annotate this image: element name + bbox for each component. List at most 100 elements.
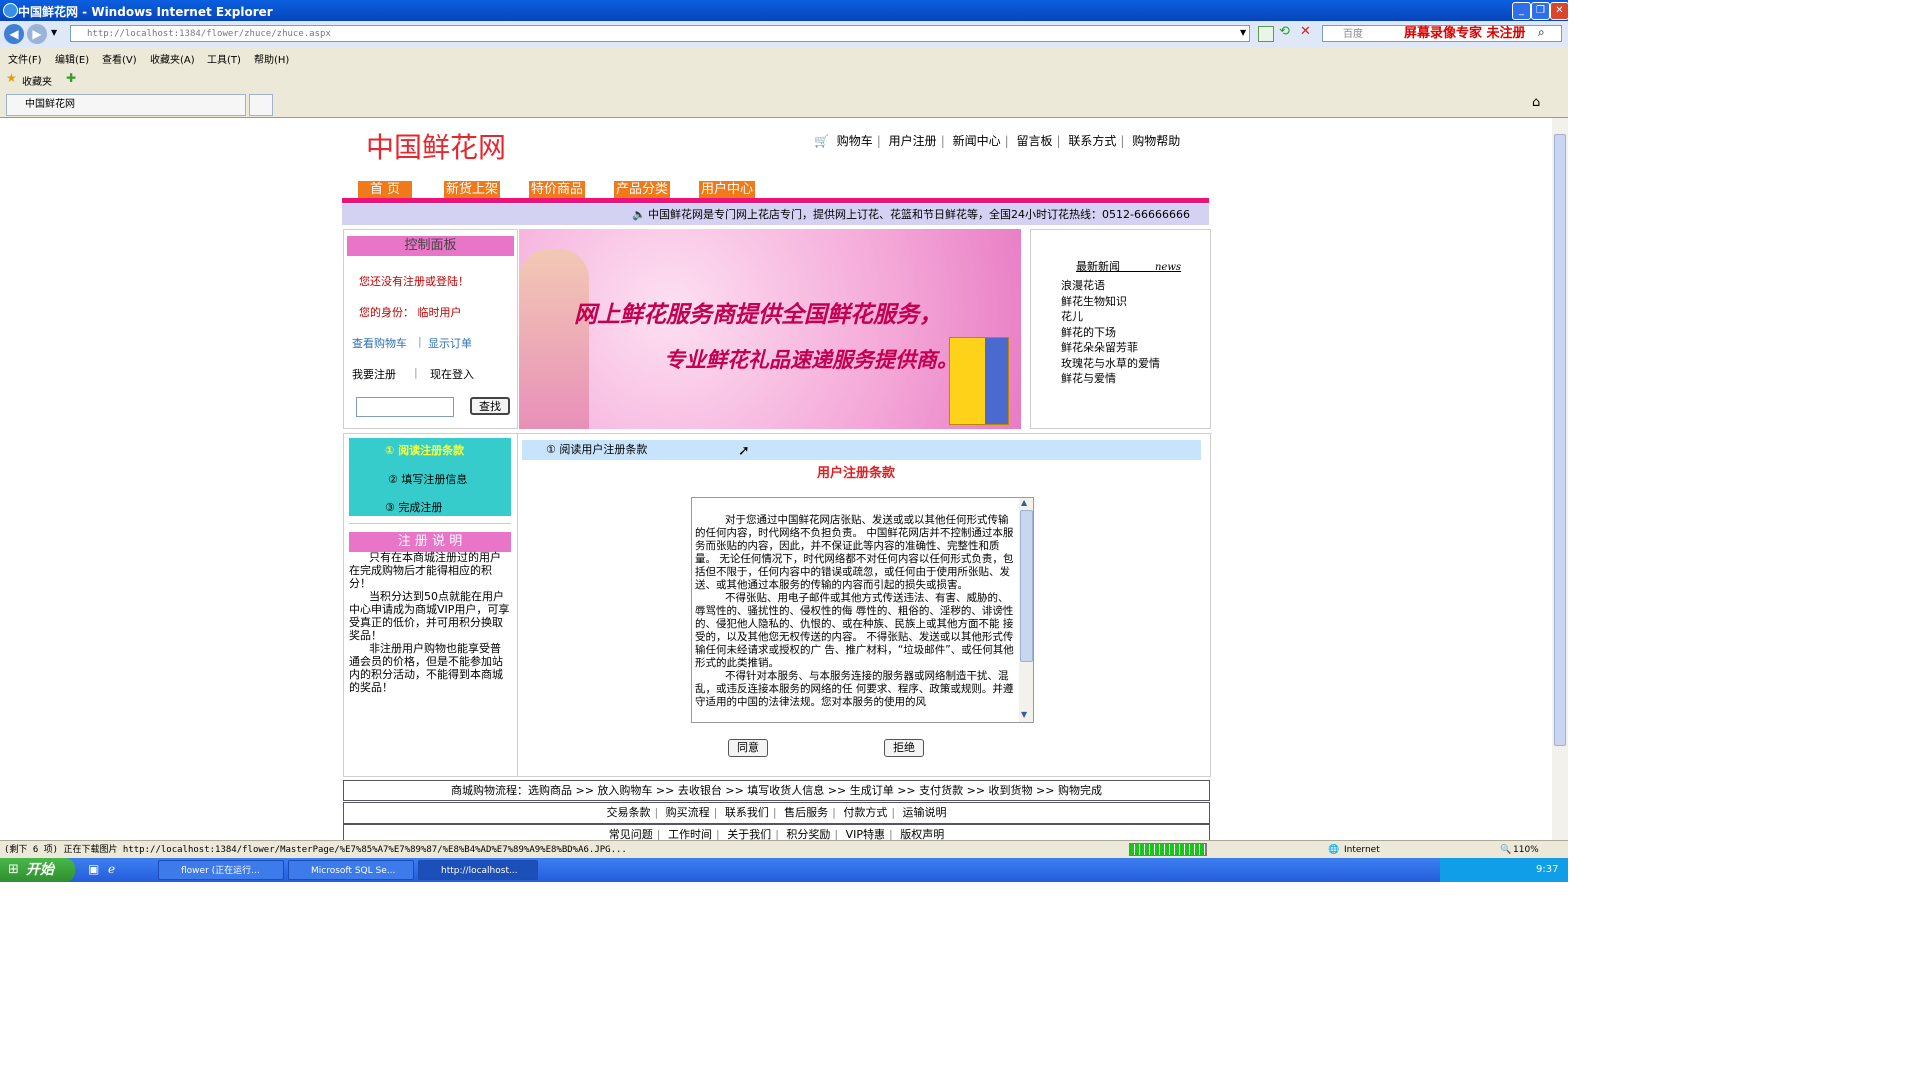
menu-tools[interactable]: 工具(T)	[207, 51, 241, 66]
back-icon[interactable]: ◀	[4, 24, 24, 44]
reg-note: 非注册用户购物也能享受普通会员的价格，但是不能参加站内的积分活动，不能得到本商城…	[349, 642, 503, 694]
zoom-icon: 🔍	[1500, 845, 1512, 855]
view-cart-link[interactable]: 查看购物车	[352, 335, 407, 351]
menu-view[interactable]: 查看(V)	[102, 51, 137, 66]
ie-quicklaunch-icon[interactable]: ℯ	[108, 862, 115, 876]
history-dropdown-icon[interactable]: ▼	[51, 28, 57, 37]
promo-banner[interactable]: 网上鲜花服务商提供全国鲜花服务， 专业鲜花礼品速递服务提供商。	[519, 229, 1021, 429]
news-item[interactable]: 玫瑰花与水草的爱情	[1061, 356, 1160, 372]
top-link-news[interactable]: 新闻中心	[953, 134, 1001, 148]
login-link[interactable]: 现在登入	[430, 366, 474, 382]
top-links: 🛒 购物车 | 用户注册 | 新闻中心 | 留言板 | 联系方式 | 购物帮助	[814, 134, 1181, 148]
home-icon[interactable]: ⌂	[1532, 95, 1540, 110]
speaker-icon: 🔈	[632, 208, 646, 221]
footer-link[interactable]: 运输说明	[903, 806, 947, 819]
search-button[interactable]: 查找	[470, 397, 510, 415]
scroll-down-icon[interactable]: ▼	[1021, 710, 1027, 719]
news-item[interactable]: 鲜花的下场	[1061, 325, 1160, 341]
forward-icon[interactable]: ▶	[27, 24, 47, 44]
marquee-text: 中国鲜花网是专门网上花店专门，提供网上订花、花篮和节日鲜花等，全国24小时订花热…	[648, 208, 1190, 221]
web-page: 中国鲜花网 🛒 购物车 | 用户注册 | 新闻中心 | 留言板 | 联系方式 | 购物帮助…	[0, 118, 1552, 840]
footer-link[interactable]: VIP特惠	[846, 828, 885, 840]
clock[interactable]: 9:37	[1536, 858, 1558, 882]
show-desktop-icon[interactable]: ▣	[88, 862, 99, 876]
footer-link[interactable]: 常见问题	[609, 828, 653, 840]
address-dropdown-icon[interactable]: ▼	[1240, 28, 1246, 37]
menu-bar: 文件(F) 编辑(E) 查看(V) 收藏夹(A) 工具(T) 帮助(H)	[0, 47, 1568, 67]
product-search-input[interactable]	[356, 397, 454, 417]
nav-new-arrivals[interactable]: 新货上架	[444, 181, 500, 198]
menu-favorites[interactable]: 收藏夹(A)	[150, 51, 195, 66]
site-logo[interactable]: 中国鲜花网	[366, 126, 506, 166]
news-item[interactable]: 鲜花朵朵留芳菲	[1061, 340, 1160, 356]
stop-icon[interactable]: ✕	[1300, 24, 1311, 39]
show-orders-link[interactable]: 显示订单	[428, 335, 472, 351]
marquee-bar: 🔈 中国鲜花网是专门网上花店专门，提供网上订花、花篮和节日鲜花等，全国24小时订…	[342, 204, 1209, 225]
footer-link[interactable]: 售后服务	[784, 806, 828, 819]
top-link-guestbook[interactable]: 留言板	[1016, 134, 1052, 148]
compatibility-icon[interactable]	[1258, 26, 1274, 42]
add-favorite-icon[interactable]: ✚	[66, 71, 76, 85]
top-link-register[interactable]: 用户注册	[889, 134, 937, 148]
close-button[interactable]: ✕	[1550, 2, 1569, 20]
ie-logo-icon	[3, 3, 18, 18]
footer-link[interactable]: 工作时间	[668, 828, 712, 840]
scroll-up-icon[interactable]: ▲	[1021, 498, 1027, 507]
address-input[interactable]: http://localhost:1384/flower/zhuce/zhuce…	[70, 25, 1250, 42]
footer-link[interactable]: 版权声明	[900, 828, 944, 840]
nav-specials[interactable]: 特价商品	[529, 181, 585, 198]
terms-textarea[interactable]: 对于您通过中国鲜花网店张贴、发送或或以其他任何形式传输的任何内容，时代网络不负担…	[691, 497, 1034, 723]
menu-file[interactable]: 文件(F)	[8, 51, 42, 66]
zoom-level[interactable]: 110%	[1513, 841, 1539, 859]
control-panel-title: 控制面板	[347, 236, 514, 256]
task-sql-server[interactable]: Microsoft SQL Se...	[288, 860, 414, 880]
terms-scrollbar[interactable]: ▲ ▼	[1019, 498, 1033, 722]
new-tab-button[interactable]	[249, 94, 273, 116]
cart-icon: 🛒	[814, 134, 829, 148]
footer-link[interactable]: 联系我们	[725, 806, 769, 819]
footer-link[interactable]: 交易条款	[606, 806, 650, 819]
globe-icon: 🌐	[1328, 845, 1340, 855]
identity-value: 临时用户	[417, 306, 462, 319]
news-item[interactable]: 浪漫花语	[1061, 278, 1160, 294]
news-item[interactable]: 鲜花生物知识	[1061, 294, 1160, 310]
top-link-contact[interactable]: 联系方式	[1068, 134, 1116, 148]
step-2: ② 填写注册信息	[388, 473, 468, 486]
nav-home[interactable]: 首 页	[358, 181, 412, 198]
refresh-icon[interactable]: ⟲	[1279, 24, 1290, 39]
favorites-star-icon[interactable]: ★	[6, 71, 17, 85]
menu-edit[interactable]: 编辑(E)	[55, 51, 89, 66]
top-link-cart[interactable]: 购物车	[837, 134, 873, 148]
task-flower[interactable]: flower (正在运行...	[158, 860, 284, 880]
tab-current[interactable]: 中国鲜花网	[6, 94, 246, 116]
reject-button[interactable]: 拒绝	[884, 739, 924, 757]
identity-label: 您的身份：	[359, 306, 414, 319]
system-tray: 9:37	[1440, 858, 1568, 882]
terms-paragraph: 不得针对本服务、与本服务连接的服务器或网络制造干扰、混乱，或违反连接本服务的网络…	[695, 670, 1014, 708]
favorites-button[interactable]: 收藏夹	[22, 73, 52, 88]
nav-user-center[interactable]: 用户中心	[699, 181, 755, 198]
gift-box-icon	[949, 337, 1009, 425]
scroll-thumb[interactable]	[1020, 510, 1033, 662]
recorder-watermark: 屏幕录像专家 未注册	[1404, 26, 1526, 41]
footer-link[interactable]: 关于我们	[727, 828, 771, 840]
reg-note: 只有在本商城注册过的用户在完成购物后才能得相应的积分！	[349, 551, 501, 590]
news-item[interactable]: 花儿	[1061, 309, 1160, 325]
reg-notes: 只有在本商城注册过的用户在完成购物后才能得相应的积分！ 当积分达到50点就能在用…	[349, 551, 511, 694]
agree-button[interactable]: 同意	[728, 739, 768, 757]
nav-categories[interactable]: 产品分类	[614, 181, 670, 198]
page-scroll-thumb[interactable]	[1554, 134, 1566, 746]
top-link-help[interactable]: 购物帮助	[1132, 134, 1180, 148]
register-link[interactable]: 我要注册	[352, 366, 396, 382]
news-item[interactable]: 鲜花与爱情	[1061, 371, 1160, 387]
search-icon[interactable]: ⌕	[1538, 25, 1545, 40]
task-ie[interactable]: http://localhost...	[418, 860, 538, 880]
footer-link[interactable]: 积分奖励	[786, 828, 830, 840]
footer-link[interactable]: 购买流程	[666, 806, 710, 819]
taskbar: 开始 ⊞ ▣ ℯ flower (正在运行... Microsoft SQL S…	[0, 858, 1568, 882]
minimize-button[interactable]: _	[1512, 2, 1531, 20]
footer-link[interactable]: 付款方式	[843, 806, 887, 819]
menu-help[interactable]: 帮助(H)	[254, 51, 289, 66]
divider: |	[418, 335, 422, 348]
maximize-button[interactable]: ❐	[1531, 2, 1550, 20]
